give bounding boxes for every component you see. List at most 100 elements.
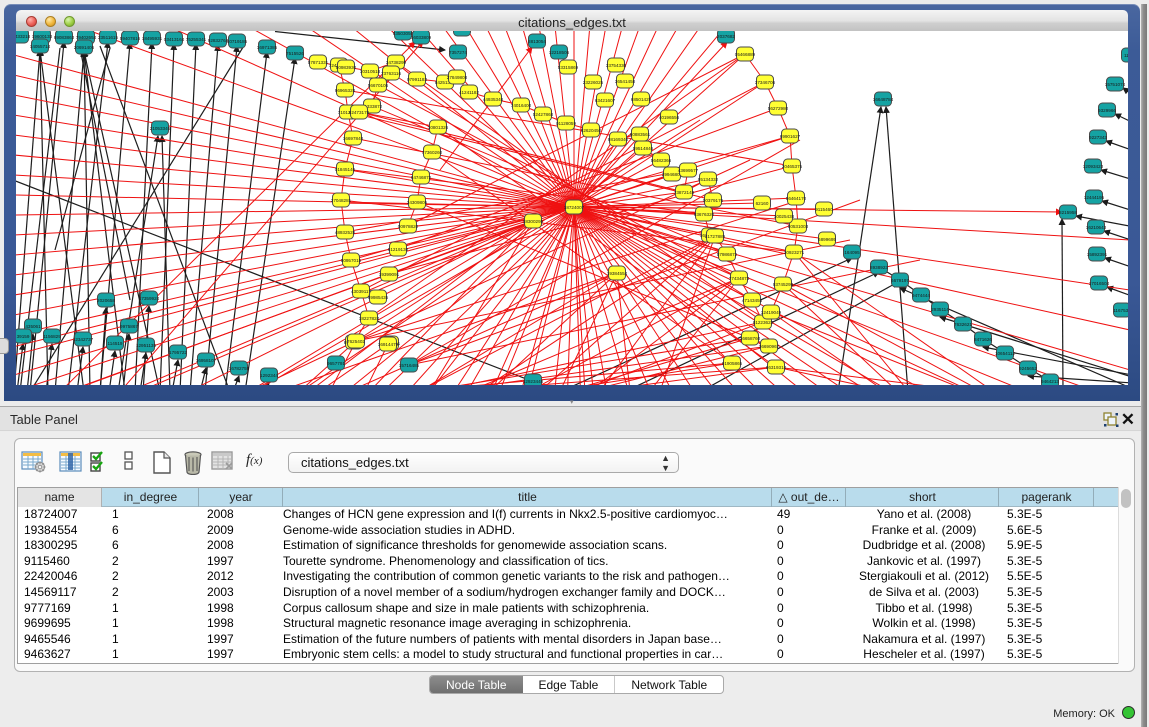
svg-text:16971385: 16971385 (257, 45, 278, 50)
svg-text:37346706: 37346706 (755, 80, 776, 85)
svg-text:05466889: 05466889 (735, 52, 756, 57)
svg-text:1795722: 1795722 (169, 350, 187, 355)
svg-text:19384554: 19384554 (607, 271, 628, 276)
svg-text:16210643: 16210643 (1086, 225, 1107, 230)
svg-text:57871331: 57871331 (308, 60, 329, 65)
svg-text:82620450: 82620450 (581, 128, 602, 133)
svg-text:18495931: 18495931 (142, 36, 163, 41)
svg-text:74016400: 74016400 (511, 103, 532, 108)
svg-text:19399091: 19399091 (379, 272, 400, 277)
svg-text:16648784: 16648784 (873, 97, 894, 102)
svg-text:1156829: 1156829 (43, 334, 61, 339)
svg-text:10654112: 10654112 (995, 351, 1016, 356)
svg-text:9329966: 9329966 (1098, 108, 1116, 113)
svg-text:81223623: 81223623 (753, 320, 774, 325)
svg-text:92832764: 92832764 (208, 38, 229, 43)
svg-text:39159: 39159 (17, 334, 30, 339)
svg-text:00379176: 00379176 (703, 198, 724, 203)
svg-text:98169340: 98169340 (608, 137, 629, 142)
svg-text:6899695: 6899695 (818, 237, 836, 242)
svg-text:2935114: 2935114 (931, 307, 949, 312)
svg-text:56670106: 56670106 (368, 83, 389, 88)
svg-text:8813054: 8813054 (528, 39, 546, 44)
svg-text:12444195: 12444195 (1084, 195, 1105, 200)
svg-text:18227824: 18227824 (359, 316, 380, 321)
svg-text:69985435: 69985435 (368, 295, 389, 300)
svg-text:1167534: 1167534 (1113, 308, 1128, 313)
svg-text:73872148: 73872148 (674, 190, 695, 195)
svg-text:164095: 164095 (844, 250, 860, 255)
svg-text:95134332: 95134332 (698, 177, 719, 182)
svg-text:18724007: 18724007 (564, 205, 585, 210)
svg-text:31727889: 31727889 (705, 234, 726, 239)
svg-text:79402654: 79402654 (76, 35, 97, 40)
svg-text:40196556: 40196556 (659, 115, 680, 120)
svg-text:9115460: 9115460 (815, 207, 833, 212)
svg-text:33754330: 33754330 (606, 63, 627, 68)
svg-text:17016504: 17016504 (1089, 281, 1110, 286)
svg-text:16782759: 16782759 (229, 366, 250, 371)
svg-text:01845146: 01845146 (335, 167, 356, 172)
svg-text:89083863: 89083863 (54, 35, 75, 40)
svg-text:2020658: 2020658 (97, 298, 115, 303)
svg-text:69901627: 69901627 (780, 134, 801, 139)
svg-text:16658760: 16658760 (740, 336, 761, 341)
svg-text:60883561: 60883561 (630, 132, 651, 137)
svg-text:66319314: 66319314 (766, 365, 787, 370)
svg-text:73763116: 73763116 (381, 71, 402, 76)
svg-text:7625402: 7625402 (347, 339, 365, 344)
svg-text:7357274: 7357274 (449, 50, 467, 55)
svg-text:07991183: 07991183 (407, 77, 428, 82)
svg-text:9474444: 9474444 (912, 293, 930, 298)
svg-text:21053346: 21053346 (150, 126, 171, 131)
svg-text:23226025: 23226025 (583, 80, 604, 85)
svg-text:7632621: 7632621 (954, 322, 972, 327)
svg-text:62160: 62160 (756, 201, 769, 206)
svg-text:00978820: 00978820 (398, 224, 419, 229)
svg-text:2037682: 2037682 (717, 34, 735, 39)
svg-text:12923448: 12923448 (523, 379, 544, 384)
svg-text:10719185: 10719185 (227, 39, 248, 44)
svg-text:12342737: 12342737 (73, 337, 94, 342)
svg-text:52427868: 52427868 (533, 112, 554, 117)
svg-text:30923271: 30923271 (784, 250, 805, 255)
svg-text:93676320: 93676320 (694, 212, 715, 217)
svg-text:7515526: 7515526 (286, 51, 304, 56)
svg-text:57986872: 57986872 (717, 252, 738, 257)
svg-text:6679197: 6679197 (891, 278, 909, 283)
svg-text:53315869: 53315869 (558, 65, 579, 70)
svg-text:43699577: 43699577 (678, 168, 699, 173)
svg-text:56464170: 56464170 (786, 196, 807, 201)
svg-text:96965328: 96965328 (335, 88, 356, 93)
svg-text:20465375: 20465375 (782, 164, 803, 169)
svg-text:18300295: 18300295 (523, 219, 544, 224)
svg-text:41395376: 41395376 (452, 31, 473, 32)
svg-text:16914479: 16914479 (378, 342, 399, 347)
svg-text:10025438: 10025438 (774, 214, 795, 219)
svg-text:15716485: 15716485 (399, 363, 420, 368)
svg-text:16958107: 16958107 (196, 358, 217, 363)
svg-text:59514846: 59514846 (633, 146, 654, 151)
svg-text:9464213: 9464213 (1041, 379, 1059, 384)
svg-text:81219136: 81219136 (388, 247, 409, 252)
svg-text:01128059: 01128059 (556, 121, 577, 126)
svg-text:64746872: 64746872 (411, 175, 432, 180)
svg-text:19600133: 19600133 (32, 34, 53, 39)
svg-text:68501429: 68501429 (631, 97, 652, 102)
svg-text:20691406: 20691406 (74, 45, 95, 50)
svg-text:8938923: 8938923 (870, 265, 888, 270)
svg-text:48932528: 48932528 (335, 230, 356, 235)
svg-text:56482366: 56482366 (651, 158, 672, 163)
svg-text:9245652: 9245652 (1019, 366, 1037, 371)
svg-text:47143455: 47143455 (742, 298, 763, 303)
svg-text:80531003: 80531003 (788, 224, 809, 229)
svg-text:75255341: 75255341 (186, 37, 207, 42)
svg-text:50983930: 50983930 (336, 65, 357, 70)
svg-text:14055714: 14055714 (30, 44, 51, 49)
svg-text:36541458: 36541458 (615, 79, 636, 84)
svg-text:12093423: 12093423 (1083, 164, 1104, 169)
svg-text:9975867: 9975867 (120, 324, 138, 329)
svg-text:1292344: 1292344 (260, 373, 278, 378)
svg-text:16033809: 16033809 (411, 35, 432, 40)
svg-text:44935348: 44935348 (483, 97, 504, 102)
